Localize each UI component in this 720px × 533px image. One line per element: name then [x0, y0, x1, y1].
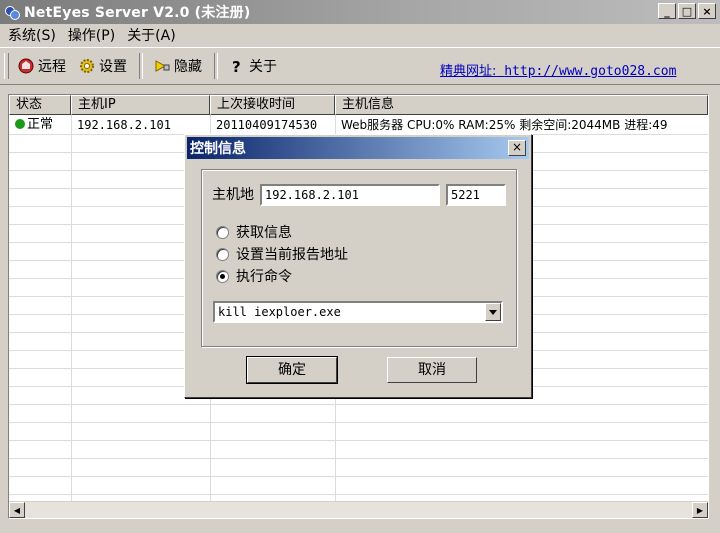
- app-icon: [4, 4, 20, 20]
- svg-text:?: ?: [232, 58, 241, 75]
- about-button[interactable]: ? 关于: [228, 53, 277, 79]
- grid-line: [9, 476, 708, 477]
- radio-get-info[interactable]: 获取信息: [216, 222, 292, 242]
- command-combobox[interactable]: kill iexploer.exe: [213, 301, 503, 323]
- radio-set-report-address-label: 设置当前报告地址: [236, 247, 348, 263]
- remote-icon: [17, 57, 35, 75]
- column-header-time[interactable]: 上次接收时间: [210, 95, 335, 115]
- scroll-right-icon[interactable]: ▶: [692, 502, 708, 518]
- status-dot-icon: [15, 119, 25, 129]
- radio-execute-command-label: 执行命令: [236, 269, 292, 285]
- table-row[interactable]: 正常 192.168.2.101 20110409174530 Web服务器 C…: [9, 116, 708, 134]
- window-title: NetEyes Server V2.0 (未注册): [24, 5, 251, 21]
- radio-get-info-label: 获取信息: [236, 225, 292, 241]
- radio-circle-selected: [216, 269, 229, 283]
- website-link-label: 精典网址:: [440, 64, 497, 79]
- remote-button[interactable]: 远程: [17, 53, 66, 79]
- dialog-close-button[interactable]: ×: [508, 140, 526, 156]
- settings-label: 设置: [99, 59, 127, 75]
- host-label: 主机地: [212, 187, 254, 203]
- website-link-url: http://www.goto028.com: [504, 64, 677, 79]
- host-address-input[interactable]: 192.168.2.101: [260, 184, 440, 206]
- menu-about[interactable]: 关于(A): [127, 25, 176, 45]
- port-input[interactable]: 5221: [446, 184, 506, 206]
- control-info-dialog: 控制信息 × 主机地 192.168.2.101 5221 获取信息 设置当前报…: [184, 134, 532, 398]
- maximize-button[interactable]: □: [678, 3, 696, 19]
- grid-line: [9, 422, 708, 423]
- help-icon: ?: [228, 57, 246, 76]
- radio-execute-command[interactable]: 执行命令: [216, 266, 292, 286]
- radio-set-report-address[interactable]: 设置当前报告地址: [216, 244, 348, 264]
- about-label: 关于: [249, 59, 277, 75]
- gear-icon: [78, 57, 96, 75]
- settings-button[interactable]: 设置: [78, 53, 127, 79]
- grid-line: [9, 404, 708, 405]
- grid-line: [9, 440, 708, 441]
- title-bar[interactable]: NetEyes Server V2.0 (未注册) _ □ ×: [0, 0, 720, 24]
- toolbar-separator: [214, 53, 218, 79]
- website-link[interactable]: 精典网址: http://www.goto028.com: [440, 60, 676, 79]
- hide-label: 隐藏: [174, 59, 202, 75]
- status-text: 正常: [27, 117, 54, 132]
- command-value: kill iexploer.exe: [218, 305, 341, 319]
- menu-operation[interactable]: 操作(P): [68, 25, 115, 45]
- menu-system[interactable]: 系统(S): [8, 25, 56, 45]
- toolbar-separator: [139, 53, 143, 79]
- column-header-status[interactable]: 状态: [9, 95, 71, 115]
- grid-line: [9, 494, 708, 495]
- ok-button[interactable]: 确定: [246, 356, 338, 384]
- radio-circle: [216, 225, 229, 239]
- hide-icon: [153, 57, 171, 75]
- grid-line: [9, 458, 708, 459]
- status-cell: 正常: [9, 116, 71, 134]
- dropdown-arrow-icon[interactable]: [485, 303, 501, 321]
- column-header-ip[interactable]: 主机IP: [71, 95, 210, 115]
- remote-label: 远程: [38, 59, 66, 75]
- info-cell: Web服务器 CPU:0% RAM:25% 剩余空间:2044MB 进程:49: [341, 118, 668, 132]
- grid-line: [71, 115, 72, 504]
- minimize-button[interactable]: _: [658, 3, 676, 19]
- hide-button[interactable]: 隐藏: [153, 53, 202, 79]
- close-button[interactable]: ×: [698, 3, 716, 19]
- toolbar-grip[interactable]: [4, 53, 9, 79]
- dialog-title-bar[interactable]: 控制信息 ×: [187, 137, 529, 159]
- horizontal-scrollbar[interactable]: ◀ ▶: [9, 501, 708, 518]
- menu-bar: 系统(S) 操作(P) 关于(A): [0, 24, 720, 46]
- scroll-left-icon[interactable]: ◀: [9, 502, 25, 518]
- list-header: 状态 主机IP 上次接收时间 主机信息: [9, 95, 708, 115]
- cancel-button[interactable]: 取消: [387, 357, 477, 383]
- main-window: NetEyes Server V2.0 (未注册) _ □ × 系统(S) 操作…: [0, 0, 720, 533]
- column-header-info[interactable]: 主机信息: [335, 95, 708, 115]
- time-cell: 20110409174530: [216, 118, 318, 132]
- ip-cell: 192.168.2.101: [77, 118, 171, 132]
- radio-circle: [216, 247, 229, 261]
- dialog-title: 控制信息: [190, 141, 246, 157]
